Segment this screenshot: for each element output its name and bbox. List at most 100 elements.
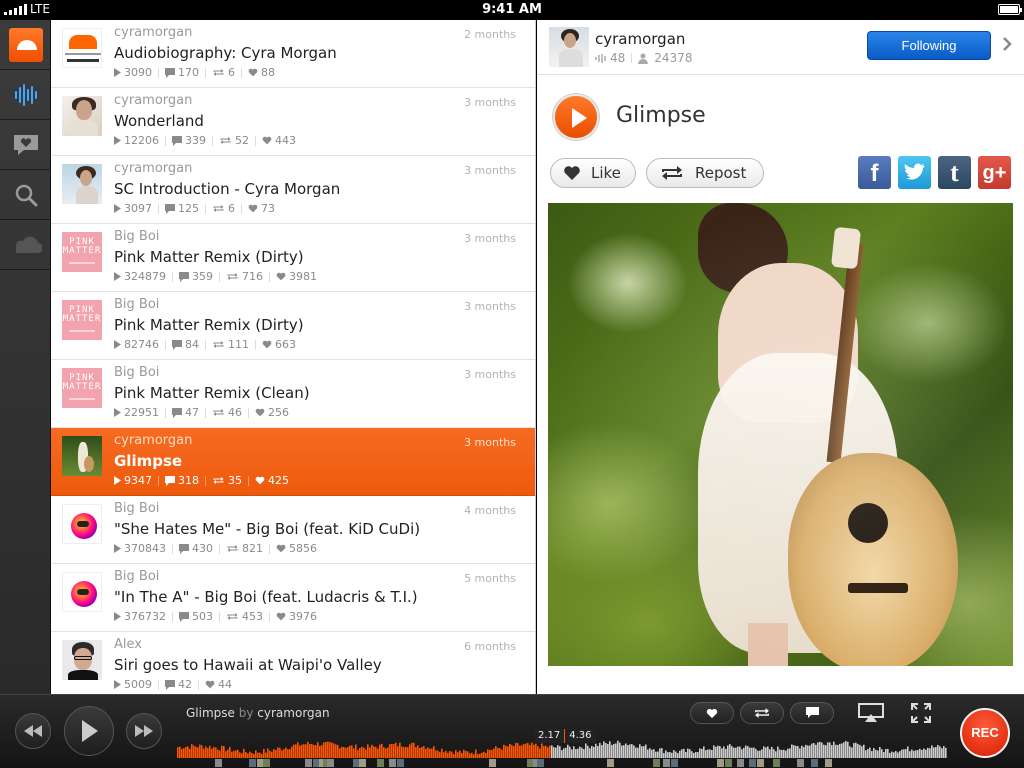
track-title: Audiobiography: Cyra Morgan bbox=[114, 44, 337, 62]
google-plus-share-button[interactable]: g+ bbox=[978, 156, 1011, 189]
now-playing-track: Glimpse bbox=[186, 706, 235, 720]
repost-icon bbox=[755, 708, 769, 718]
track-artist[interactable]: Big Boi bbox=[114, 569, 159, 584]
track-artwork bbox=[548, 203, 1013, 666]
expand-icon bbox=[911, 703, 931, 723]
track-row[interactable]: PINK MATTER Big Boi Pink Matter Remix (Dir… bbox=[51, 224, 535, 292]
repost-button[interactable]: Repost bbox=[646, 158, 764, 188]
track-artist[interactable]: cyramorgan bbox=[114, 433, 192, 448]
plays-stat: 3090 bbox=[114, 66, 152, 79]
username[interactable]: cyramorgan bbox=[595, 30, 685, 48]
playback-time: 2.17 4.36 bbox=[534, 729, 596, 743]
plays-icon bbox=[114, 544, 121, 553]
track-stats: 324879 359 716 3981 bbox=[114, 270, 323, 283]
record-button[interactable]: REC bbox=[960, 708, 1010, 758]
track-artist[interactable]: cyramorgan bbox=[114, 93, 192, 108]
facebook-share-button[interactable]: f bbox=[858, 156, 891, 189]
like-button[interactable]: Like bbox=[550, 158, 636, 188]
play-pause-button[interactable] bbox=[64, 706, 114, 756]
track-detail-panel: cyramorgan 48 24378 Following Glimpse Li… bbox=[537, 20, 1024, 694]
reposts-icon bbox=[227, 545, 238, 552]
likes-icon bbox=[276, 544, 286, 553]
chevron-right-icon[interactable] bbox=[1002, 37, 1012, 51]
play-track-button[interactable] bbox=[553, 94, 599, 140]
nav-home-button[interactable] bbox=[0, 20, 51, 70]
comment-heart-icon bbox=[13, 134, 38, 155]
track-row[interactable]: cyramorgan SC Introduction - Cyra Morgan 3… bbox=[51, 156, 535, 224]
nav-activity-button[interactable] bbox=[0, 120, 51, 170]
track-age: 3 months bbox=[464, 96, 516, 109]
airplay-button[interactable] bbox=[852, 702, 890, 724]
track-row[interactable]: Big Boi "She Hates Me" - Big Boi (feat. K… bbox=[51, 496, 535, 564]
track-row[interactable]: cyramorgan Wonderland 3 months 12206 339 52 44… bbox=[51, 88, 535, 156]
nav-you-button[interactable] bbox=[0, 220, 51, 270]
reposts-stat: 821 bbox=[226, 542, 263, 555]
track-artist[interactable]: cyramorgan bbox=[114, 25, 192, 40]
comments-icon bbox=[179, 611, 189, 622]
likes-stat: 5856 bbox=[276, 542, 317, 555]
timed-comments-row[interactable] bbox=[177, 758, 947, 768]
track-stats: 12206 339 52 443 bbox=[114, 134, 302, 147]
track-title: Siri goes to Hawaii at Waipi'o Valley bbox=[114, 656, 382, 674]
user-avatar[interactable] bbox=[549, 27, 589, 67]
comments-icon bbox=[172, 339, 182, 350]
likes-stat: 425 bbox=[255, 474, 289, 487]
track-list: cyramorgan Audiobiography: Cyra Morgan 2 m… bbox=[51, 20, 536, 694]
now-playing-label[interactable]: Glimpse by cyramorgan bbox=[186, 706, 330, 720]
plays-icon bbox=[114, 476, 121, 485]
track-row[interactable]: cyramorgan Audiobiography: Cyra Morgan 2 m… bbox=[51, 20, 535, 88]
followers-icon bbox=[638, 53, 649, 64]
track-stats: 370843 430 821 5856 bbox=[114, 542, 323, 555]
nav-search-button[interactable] bbox=[0, 170, 51, 220]
track-row[interactable]: PINK MATTER Big Boi Pink Matter Remix (Dir… bbox=[51, 292, 535, 360]
tumblr-share-button[interactable]: t bbox=[938, 156, 971, 189]
tracks-count: 48 bbox=[610, 51, 626, 65]
rewind-icon bbox=[24, 725, 42, 737]
player-repost-button[interactable] bbox=[740, 702, 784, 724]
following-button[interactable]: Following bbox=[867, 31, 991, 60]
twitter-share-button[interactable] bbox=[898, 156, 931, 189]
player-comment-button[interactable] bbox=[790, 702, 834, 724]
track-artist[interactable]: Big Boi bbox=[114, 229, 159, 244]
track-artist[interactable]: Alex bbox=[114, 637, 142, 652]
comments-icon bbox=[165, 67, 175, 78]
comments-stat: 42 bbox=[165, 678, 192, 691]
track-artist[interactable]: Big Boi bbox=[114, 365, 159, 380]
track-age: 3 months bbox=[464, 232, 516, 245]
reposts-stat: 716 bbox=[226, 270, 263, 283]
airplay-icon bbox=[858, 703, 884, 722]
track-artist[interactable]: cyramorgan bbox=[114, 161, 192, 176]
fullscreen-button[interactable] bbox=[902, 702, 940, 724]
likes-icon bbox=[205, 680, 215, 689]
track-artist[interactable]: Big Boi bbox=[114, 297, 159, 312]
heart-icon bbox=[564, 166, 580, 180]
previous-track-button[interactable] bbox=[15, 713, 51, 749]
likes-stat: 73 bbox=[248, 202, 275, 215]
plays-stat: 82746 bbox=[114, 338, 159, 351]
track-row[interactable]: cyramorgan Glimpse 3 months 9347 318 35 425 bbox=[51, 428, 535, 496]
track-artwork-thumb: PINK MATTER bbox=[62, 232, 102, 272]
comments-stat: 170 bbox=[165, 66, 199, 79]
comments-icon bbox=[179, 543, 189, 554]
track-title: SC Introduction - Cyra Morgan bbox=[114, 180, 341, 198]
now-playing-artist: cyramorgan bbox=[257, 706, 330, 720]
track-artist[interactable]: Big Boi bbox=[114, 501, 159, 516]
track-row[interactable]: PINK MATTER Big Boi Pink Matter Remix (Cle… bbox=[51, 360, 535, 428]
fast-forward-icon bbox=[135, 725, 153, 737]
search-icon bbox=[15, 184, 37, 206]
elapsed-time: 2.17 bbox=[534, 729, 566, 743]
track-title: Pink Matter Remix (Dirty) bbox=[114, 316, 304, 334]
next-track-button[interactable] bbox=[126, 713, 162, 749]
plays-stat: 3097 bbox=[114, 202, 152, 215]
followers-count: 24378 bbox=[654, 51, 693, 65]
battery-icon bbox=[998, 4, 1022, 15]
nav-stream-button[interactable] bbox=[0, 70, 51, 120]
player-like-button[interactable] bbox=[690, 702, 734, 724]
track-stats: 5009 42 44 bbox=[114, 678, 238, 691]
track-row[interactable]: Alex Siri goes to Hawaii at Waipi'o Valle… bbox=[51, 632, 535, 694]
reposts-stat: 35 bbox=[212, 474, 242, 487]
comments-stat: 339 bbox=[172, 134, 206, 147]
likes-stat: 443 bbox=[262, 134, 296, 147]
track-row[interactable]: Big Boi "In The A" - Big Boi (feat. Ludac… bbox=[51, 564, 535, 632]
comments-stat: 125 bbox=[165, 202, 199, 215]
